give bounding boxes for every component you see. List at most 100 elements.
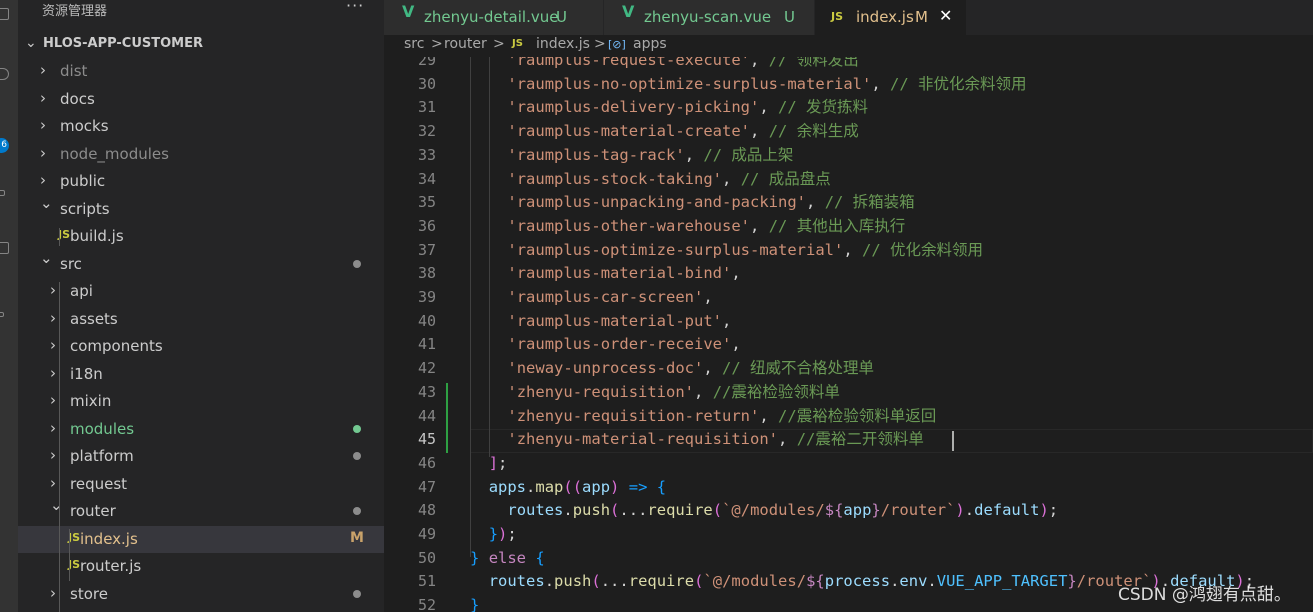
code-line: 'raumplus-material-create', // 余料生成 bbox=[507, 122, 859, 141]
tree-item-label: build.js bbox=[70, 227, 124, 245]
workspace-root[interactable]: ⌄ HLOS-APP-CUSTOMER bbox=[18, 34, 384, 56]
chevron-right-icon: › bbox=[40, 116, 46, 134]
folder-item-public[interactable]: › public bbox=[18, 168, 384, 195]
folder-item-scripts[interactable]: ⌄ scripts bbox=[18, 194, 384, 223]
chevron-right-icon: › bbox=[40, 171, 46, 189]
folder-item-mocks[interactable]: › mocks bbox=[18, 113, 384, 140]
tab-label: zhenyu-detail.vue bbox=[424, 8, 559, 26]
tree-item-label: index.js bbox=[80, 529, 138, 548]
chevron-right-icon: › bbox=[50, 363, 56, 382]
chevron-right-icon: › bbox=[40, 143, 46, 162]
indent-guide bbox=[69, 529, 70, 581]
tree-item-label: i18n bbox=[70, 364, 103, 383]
line-number: 44 bbox=[417, 406, 436, 425]
search-icon[interactable] bbox=[0, 68, 9, 80]
line-number: 30 bbox=[417, 74, 436, 93]
line-number: 41 bbox=[417, 335, 436, 354]
folder-item-dist[interactable]: › dist bbox=[18, 58, 384, 85]
folder-item-store[interactable]: › store bbox=[18, 581, 384, 608]
code-line: } else { bbox=[470, 548, 545, 567]
line-number: 48 bbox=[417, 501, 436, 520]
close-icon[interactable]: ✕ bbox=[939, 6, 952, 25]
vue-file-icon: V bbox=[622, 2, 635, 21]
folder-item-modules[interactable]: › modules bbox=[18, 416, 384, 443]
chevron-down-icon: ⌄ bbox=[50, 496, 63, 514]
breadcrumb-item[interactable]: index.js bbox=[536, 36, 590, 52]
remote-icon[interactable] bbox=[0, 312, 4, 317]
git-status-badge: M bbox=[350, 529, 364, 546]
code-line: 'zhenyu-requisition', //震裕检验领料单 bbox=[507, 382, 840, 401]
folder-item-assets[interactable]: › assets bbox=[18, 306, 384, 333]
line-number: 35 bbox=[417, 193, 436, 212]
line-number: 51 bbox=[417, 572, 436, 591]
code-line: 'raumplus-delivery-picking', // 发货拣料 bbox=[507, 98, 869, 117]
extensions-icon[interactable] bbox=[0, 242, 9, 254]
code-line: 'raumplus-material-put', bbox=[507, 311, 732, 330]
chevron-right-icon: > bbox=[431, 36, 443, 52]
breadcrumb: src > router > JS index.js > [⊘] apps bbox=[384, 35, 1313, 57]
chevron-right-icon: › bbox=[50, 308, 56, 327]
tab-status: U bbox=[784, 8, 795, 26]
explorer-icon[interactable] bbox=[0, 8, 9, 20]
code-editor[interactable]: 29 'raumplus-request-execute', // 领料发出 30… bbox=[384, 57, 1313, 612]
code-line: 'raumplus-order-receive', bbox=[507, 335, 741, 354]
folder-item-mixin[interactable]: › mixin bbox=[18, 388, 384, 415]
chevron-right-icon: › bbox=[50, 583, 56, 602]
tab-zhenyu-detail[interactable]: V zhenyu-detail.vue U bbox=[384, 0, 604, 35]
indent-guide bbox=[59, 228, 60, 246]
folder-item-src[interactable]: ⌄ src bbox=[18, 249, 384, 278]
folder-item-router[interactable]: ⌄ router bbox=[18, 496, 384, 525]
folder-item-request[interactable]: › request bbox=[18, 471, 384, 498]
tab-status: U bbox=[556, 8, 567, 26]
js-file-icon: JS bbox=[831, 10, 844, 23]
breadcrumb-item[interactable]: apps bbox=[633, 36, 667, 52]
code-line: 'raumplus-other-warehouse', // 其他出入库执行 bbox=[507, 216, 906, 235]
tree-item-label: mocks bbox=[60, 117, 109, 135]
folder-item-components[interactable]: › components bbox=[18, 333, 384, 360]
tree-item-label: router.js bbox=[80, 557, 142, 575]
code-line: 'neway-unprocess-doc', // 纽威不合格处理单 bbox=[507, 359, 875, 378]
line-number: 33 bbox=[417, 145, 436, 164]
git-status-dot bbox=[353, 507, 361, 515]
tab-zhenyu-scan[interactable]: V zhenyu-scan.vue U bbox=[604, 0, 815, 35]
folder-item-node-modules[interactable]: › node_modules bbox=[18, 141, 384, 168]
line-number: 46 bbox=[417, 453, 436, 472]
file-item-build-js[interactable]: JS build.js bbox=[18, 223, 384, 250]
code-line: 'raumplus-tag-rack', // 成品上架 bbox=[507, 145, 794, 164]
code-line: ]; bbox=[488, 453, 508, 472]
tree-item-label: modules bbox=[70, 419, 135, 438]
run-icon[interactable] bbox=[0, 190, 5, 196]
workspace-root-label: HLOS-APP-CUSTOMER bbox=[43, 36, 203, 51]
text-cursor bbox=[952, 431, 954, 451]
chevron-right-icon: › bbox=[50, 418, 56, 437]
code-line: 'zhenyu-requisition-return', //震裕检验领料单返回 bbox=[507, 406, 937, 425]
folder-item-i18n[interactable]: › i18n bbox=[18, 361, 384, 388]
breadcrumb-item[interactable]: router bbox=[444, 36, 487, 52]
code-line: apps.map((app) => { bbox=[488, 477, 667, 496]
folder-item-docs[interactable]: › docs bbox=[18, 86, 384, 113]
line-number: 40 bbox=[417, 311, 436, 330]
git-status-dot bbox=[353, 424, 361, 433]
code-line: 'raumplus-unpacking-and-packing', // 拆箱装… bbox=[507, 193, 915, 212]
file-item-index-js[interactable]: JS index.js M bbox=[18, 525, 384, 553]
chevron-right-icon: › bbox=[50, 336, 56, 354]
folder-item-platform[interactable]: › platform bbox=[18, 443, 384, 470]
file-item-router-js[interactable]: JS router.js bbox=[18, 553, 384, 580]
code-line: 'raumplus-material-bind', bbox=[507, 264, 741, 283]
code-line: }); bbox=[488, 525, 517, 543]
line-number: 29 bbox=[417, 57, 436, 69]
source-control-badge: 6 bbox=[0, 138, 9, 153]
folder-item-api[interactable]: › api bbox=[18, 278, 384, 305]
symbol-array-icon: [⊘] bbox=[608, 38, 626, 51]
watermark: CSDN @鸿翅有点甜。 bbox=[1118, 585, 1291, 605]
activity-bar: 6 bbox=[0, 0, 18, 612]
tree-item-label: dist bbox=[60, 62, 88, 80]
chevron-right-icon: › bbox=[50, 473, 56, 492]
more-actions-button[interactable]: ··· bbox=[346, 0, 364, 15]
tree-item-label: node_modules bbox=[60, 144, 169, 163]
line-number: 31 bbox=[417, 98, 436, 117]
breadcrumb-item[interactable]: src bbox=[404, 36, 424, 52]
tree-item-label: docs bbox=[60, 89, 95, 108]
tab-index-js[interactable]: JS index.js M ✕ bbox=[815, 0, 967, 35]
tree-item-label: mixin bbox=[70, 392, 112, 410]
